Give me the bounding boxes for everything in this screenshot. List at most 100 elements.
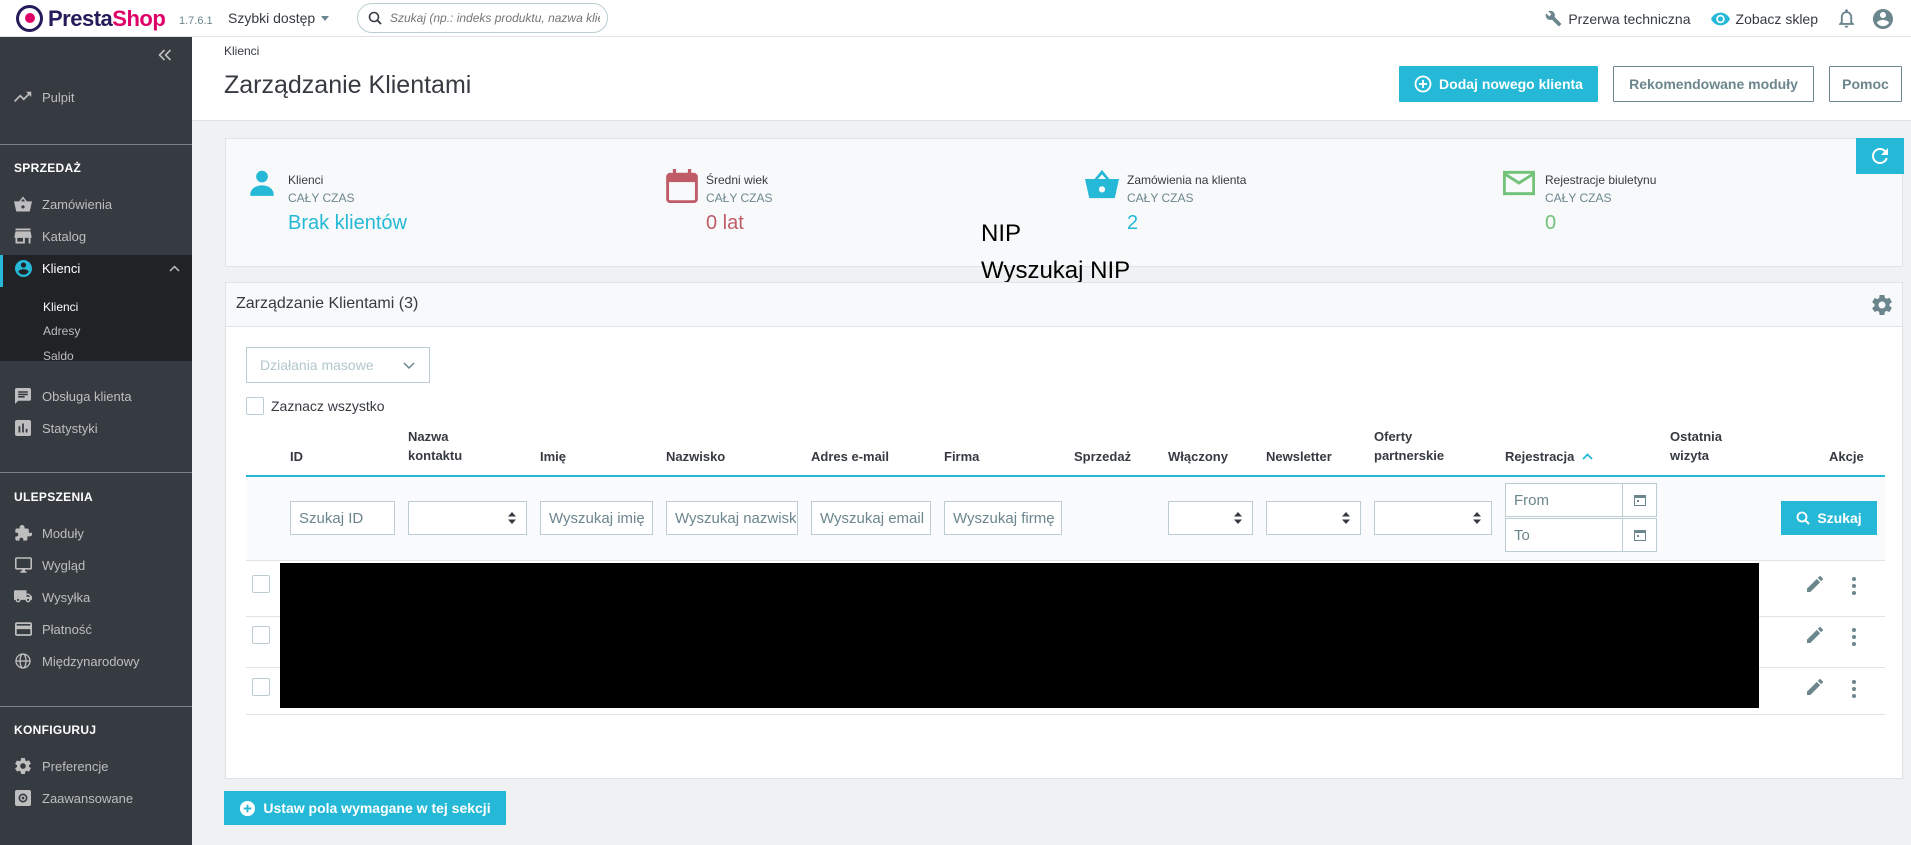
- column-header-enabled[interactable]: Włączony: [1168, 447, 1228, 466]
- edit-pencil-icon[interactable]: [1807, 576, 1823, 592]
- sidebar-divider: [0, 472, 192, 473]
- sidebar-item-design[interactable]: Wygląd: [14, 556, 85, 574]
- filter-partner-offers-select[interactable]: [1374, 501, 1492, 535]
- recommended-modules-button[interactable]: Rekomendowane moduły: [1613, 66, 1814, 102]
- kpi-subtitle: CAŁY CZAS: [706, 191, 773, 205]
- sidebar-item-label: Statystyki: [42, 420, 98, 436]
- select-all-checkbox[interactable]: Zaznacz wszystko: [246, 397, 385, 415]
- filter-company-input[interactable]: [944, 501, 1062, 535]
- filter-first-name-input[interactable]: [540, 501, 653, 535]
- column-header-id[interactable]: ID: [290, 447, 303, 466]
- sidebar-item-modules[interactable]: Moduły: [14, 524, 84, 542]
- search-button[interactable]: Szukaj: [1781, 501, 1877, 535]
- edit-pencil-icon[interactable]: [1807, 679, 1823, 695]
- sidebar-section-title: SPRZEDAŻ: [14, 161, 82, 175]
- sidebar-subitem-balance[interactable]: Saldo: [43, 349, 74, 363]
- bulk-actions-label: Działania masowe: [260, 357, 374, 373]
- search-icon: [368, 11, 382, 25]
- notifications-button[interactable]: [1838, 9, 1855, 28]
- account-circle-icon: [1873, 8, 1893, 29]
- credit-card-icon: [14, 620, 32, 638]
- prestashop-logo[interactable]: PrestaShop: [16, 5, 166, 32]
- sidebar-item-international[interactable]: Międzynarodowy: [14, 652, 140, 670]
- more-vertical-icon[interactable]: [1852, 577, 1856, 595]
- mail-icon: [1503, 169, 1535, 197]
- column-header-last-name[interactable]: Nazwisko: [666, 447, 725, 466]
- sidebar-item-orders[interactable]: Zamówienia: [14, 195, 112, 213]
- more-vertical-icon[interactable]: [1852, 628, 1856, 646]
- filter-contact-name-select[interactable]: [408, 501, 527, 535]
- column-header-registration[interactable]: Rejestracja: [1505, 447, 1594, 466]
- redacted-rows-block: [280, 563, 1759, 708]
- sidebar-item-dashboard[interactable]: Pulpit: [14, 88, 75, 106]
- column-header-first-name[interactable]: Imię: [540, 447, 566, 466]
- filter-newsletter-select[interactable]: [1266, 501, 1361, 535]
- list-settings-button[interactable]: [1872, 295, 1892, 315]
- customers-list-panel: Zarządzanie Klientami (3) Działania maso…: [225, 282, 1903, 779]
- more-vertical-icon[interactable]: [1852, 680, 1856, 698]
- maintenance-link[interactable]: Przerwa techniczna: [1545, 10, 1691, 27]
- sidebar-subitem-customers[interactable]: Klienci: [43, 300, 78, 314]
- column-header-email[interactable]: Adres e-mail: [811, 447, 889, 466]
- table-row[interactable]: [252, 678, 270, 696]
- sidebar-item-catalog[interactable]: Katalog: [14, 227, 86, 245]
- quick-access-label: Szybki dostęp: [228, 10, 316, 26]
- quick-access-dropdown[interactable]: Szybki dostęp: [228, 10, 330, 26]
- sidebar-item-customers[interactable]: Klienci: [14, 259, 80, 277]
- sidebar-item-label: Płatność: [42, 621, 92, 637]
- view-shop-link[interactable]: Zobacz sklep: [1710, 11, 1818, 27]
- edit-pencil-icon[interactable]: [1807, 627, 1823, 643]
- filter-date-to[interactable]: To: [1505, 518, 1657, 552]
- column-header-partner-offers[interactable]: Oferty partnerskie: [1374, 427, 1444, 465]
- chevron-up-icon: [169, 265, 180, 272]
- filter-date-from[interactable]: From: [1505, 483, 1657, 517]
- kpi-title: Średni wiek: [706, 173, 769, 187]
- sidebar-subitem-addresses[interactable]: Adresy: [43, 324, 80, 338]
- column-header-line: Nazwa: [408, 429, 449, 444]
- help-button[interactable]: Pomoc: [1829, 66, 1902, 102]
- prestashop-logo-mark: [16, 5, 43, 32]
- page-title: Zarządzanie Klientami: [224, 71, 472, 99]
- kpi-refresh-button[interactable]: [1856, 138, 1904, 174]
- table-row[interactable]: [252, 575, 270, 593]
- calendar-icon[interactable]: [1622, 519, 1656, 551]
- table-row[interactable]: [252, 626, 270, 644]
- sidebar-item-advanced[interactable]: Zaawansowane: [14, 789, 133, 807]
- header-search-input[interactable]: [390, 11, 600, 25]
- sidebar-item-shipping[interactable]: Wysyłka: [14, 588, 90, 606]
- filter-enabled-select[interactable]: [1168, 501, 1253, 535]
- column-header-newsletter[interactable]: Newsletter: [1266, 447, 1332, 466]
- sidebar-item-label: Katalog: [42, 228, 87, 244]
- set-required-fields-button[interactable]: Ustaw pola wymagane w tej sekcji: [224, 791, 506, 825]
- annotation-nip: NIP: [981, 220, 1022, 247]
- add-customer-button[interactable]: Dodaj nowego klienta: [1399, 66, 1598, 102]
- row-divider: [246, 714, 1885, 715]
- filter-email-input[interactable]: [811, 501, 931, 535]
- sidebar-item-preferences[interactable]: Preferencje: [14, 757, 108, 775]
- bulk-actions-dropdown[interactable]: Działania masowe: [246, 347, 430, 383]
- sidebar-item-customer-service[interactable]: Obsługa klienta: [14, 387, 132, 405]
- select-all-label: Zaznacz wszystko: [271, 398, 385, 414]
- row-checkbox[interactable]: [252, 575, 270, 593]
- sidebar-item-label: Obsługa klienta: [42, 388, 132, 404]
- kpi-subtitle: CAŁY CZAS: [1127, 191, 1194, 205]
- column-header-sales[interactable]: Sprzedaż: [1074, 447, 1131, 466]
- column-header-company[interactable]: Firma: [944, 447, 979, 466]
- row-checkbox[interactable]: [252, 626, 270, 644]
- sidebar-divider: [0, 144, 192, 145]
- header-search[interactable]: [357, 3, 608, 33]
- filter-id-input[interactable]: [290, 501, 395, 535]
- filter-last-name-input[interactable]: [666, 501, 798, 535]
- calendar-icon[interactable]: [1622, 484, 1656, 516]
- column-header-contact-name[interactable]: Nazwa kontaktu: [408, 427, 462, 465]
- sidebar-item-payment[interactable]: Płatność: [14, 620, 92, 638]
- account-button[interactable]: [1873, 8, 1893, 29]
- checkbox[interactable]: [246, 397, 264, 415]
- breadcrumb[interactable]: Klienci: [224, 44, 259, 58]
- column-header-last-visit[interactable]: Ostatnia wizyta: [1670, 427, 1722, 465]
- logo-text-shop: Shop: [112, 5, 166, 31]
- puzzle-icon: [14, 524, 32, 542]
- sidebar-item-stats[interactable]: Statystyki: [14, 419, 98, 437]
- row-checkbox[interactable]: [252, 678, 270, 696]
- collapse-sidebar-button[interactable]: [158, 49, 172, 61]
